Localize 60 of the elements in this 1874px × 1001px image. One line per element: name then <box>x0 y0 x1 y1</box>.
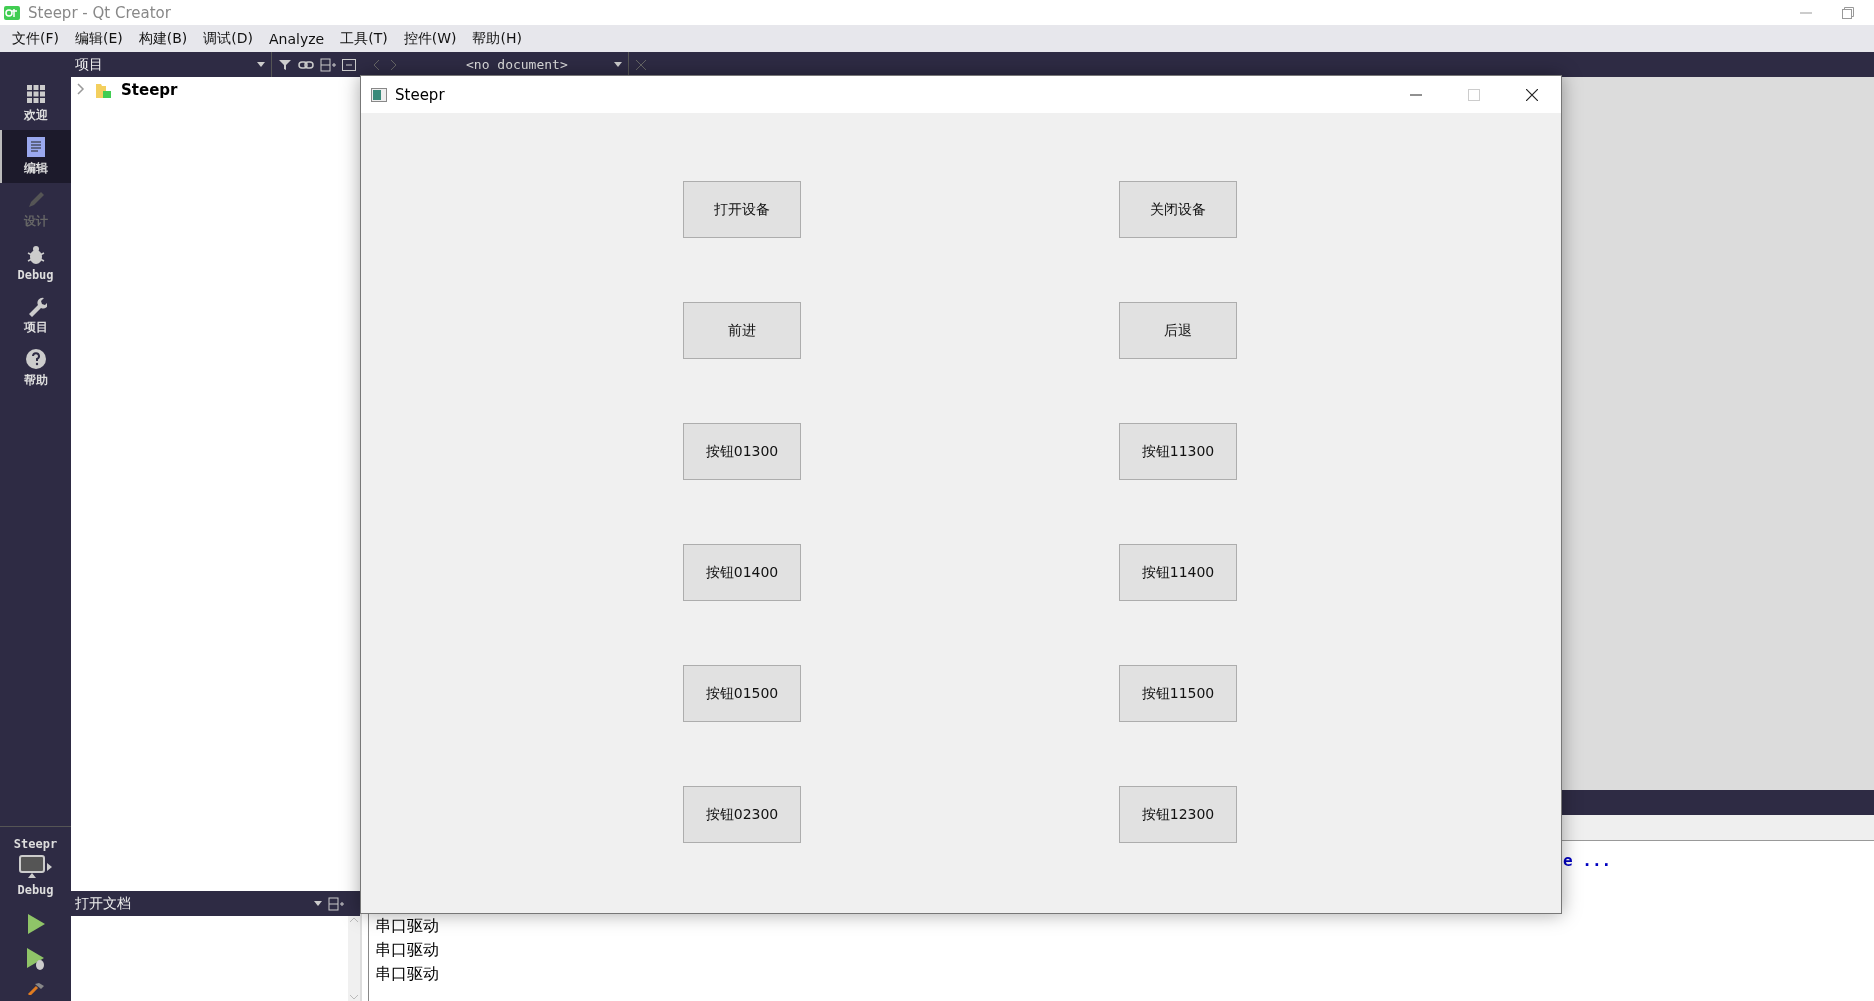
open-documents-title: 打开文档 <box>75 894 132 913</box>
output-line: e ... <box>1562 850 1613 872</box>
menu-item[interactable]: 控件(W) <box>395 29 465 48</box>
mode-tab[interactable]: 欢迎 <box>0 77 71 130</box>
grid-icon <box>24 83 47 105</box>
output-line: 串口驱动 <box>374 963 440 985</box>
document-dropdown[interactable]: <no document> <box>408 52 628 77</box>
dialog-button[interactable]: 按钮01400 <box>683 544 801 601</box>
dialog-button[interactable]: 后退 <box>1119 302 1237 359</box>
output-line: 串口驱动 <box>374 939 440 961</box>
mode-tab[interactable]: 编辑 <box>0 130 71 183</box>
maximize-icon <box>1468 88 1480 101</box>
tree-item-label[interactable]: Steepr <box>121 81 178 99</box>
window-icon <box>371 87 387 102</box>
window-title: Steepr - Qt Creator <box>28 3 171 22</box>
scroll-up-icon[interactable] <box>349 916 359 924</box>
dialog-button[interactable]: 按钮11400 <box>1119 544 1237 601</box>
close-icon <box>1526 88 1538 101</box>
debug-run-icon[interactable] <box>24 947 47 971</box>
dialog-button[interactable]: 打开设备 <box>683 181 801 238</box>
output-line: 串口驱动 <box>374 915 440 937</box>
project-folder-icon <box>95 82 111 98</box>
split-icon[interactable] <box>328 896 344 911</box>
menu-item[interactable]: 编辑(E) <box>67 29 131 48</box>
dialog-button[interactable]: 按钮11300 <box>1119 423 1237 480</box>
caret-icon <box>257 62 265 67</box>
app-logo-icon <box>4 5 20 20</box>
dialog-button[interactable]: 按钮01300 <box>683 423 801 480</box>
scrollbar[interactable] <box>348 916 360 1001</box>
mode-tab[interactable]: Debug <box>0 236 71 289</box>
menu-item[interactable]: 文件(F) <box>4 29 67 48</box>
dialog-title: Steepr <box>395 85 445 104</box>
split-icon[interactable] <box>320 57 336 72</box>
target-project: Steepr <box>13 837 58 851</box>
menu-item[interactable]: 构建(B) <box>130 29 196 48</box>
mode-tab[interactable]: 帮助 <box>0 342 71 395</box>
menu-item[interactable]: 帮助(H) <box>464 29 530 48</box>
help-icon <box>24 348 47 370</box>
dialog-button[interactable]: 按钮12300 <box>1119 786 1237 843</box>
close-pane-icon[interactable] <box>342 58 356 71</box>
run-icon[interactable] <box>25 913 46 935</box>
close-icon[interactable] <box>635 58 647 71</box>
dialog-button[interactable]: 前进 <box>683 302 801 359</box>
dialog-button[interactable]: 按钮01500 <box>683 665 801 722</box>
filter-icon[interactable] <box>278 57 292 72</box>
dialog-button[interactable]: 按钮11500 <box>1119 665 1237 722</box>
dialog-button[interactable]: 关闭设备 <box>1119 181 1237 238</box>
document-icon <box>24 136 47 158</box>
project-view-dropdown[interactable]: 项目 <box>71 52 271 77</box>
menu-item[interactable]: 工具(T) <box>332 29 396 48</box>
dropdown-caret-icon[interactable] <box>314 901 322 906</box>
dialog-button[interactable]: 按钮02300 <box>683 786 801 843</box>
menu-item[interactable]: 调试(D) <box>195 29 261 48</box>
scroll-down-icon[interactable] <box>349 993 359 1001</box>
mode-tab[interactable]: 项目 <box>0 289 71 342</box>
menu-item[interactable]: Analyze <box>261 30 333 47</box>
build-config: Debug <box>17 883 54 897</box>
caret-icon <box>614 62 622 67</box>
restore-icon[interactable] <box>1842 6 1854 19</box>
target-selector-icon[interactable] <box>19 855 52 879</box>
